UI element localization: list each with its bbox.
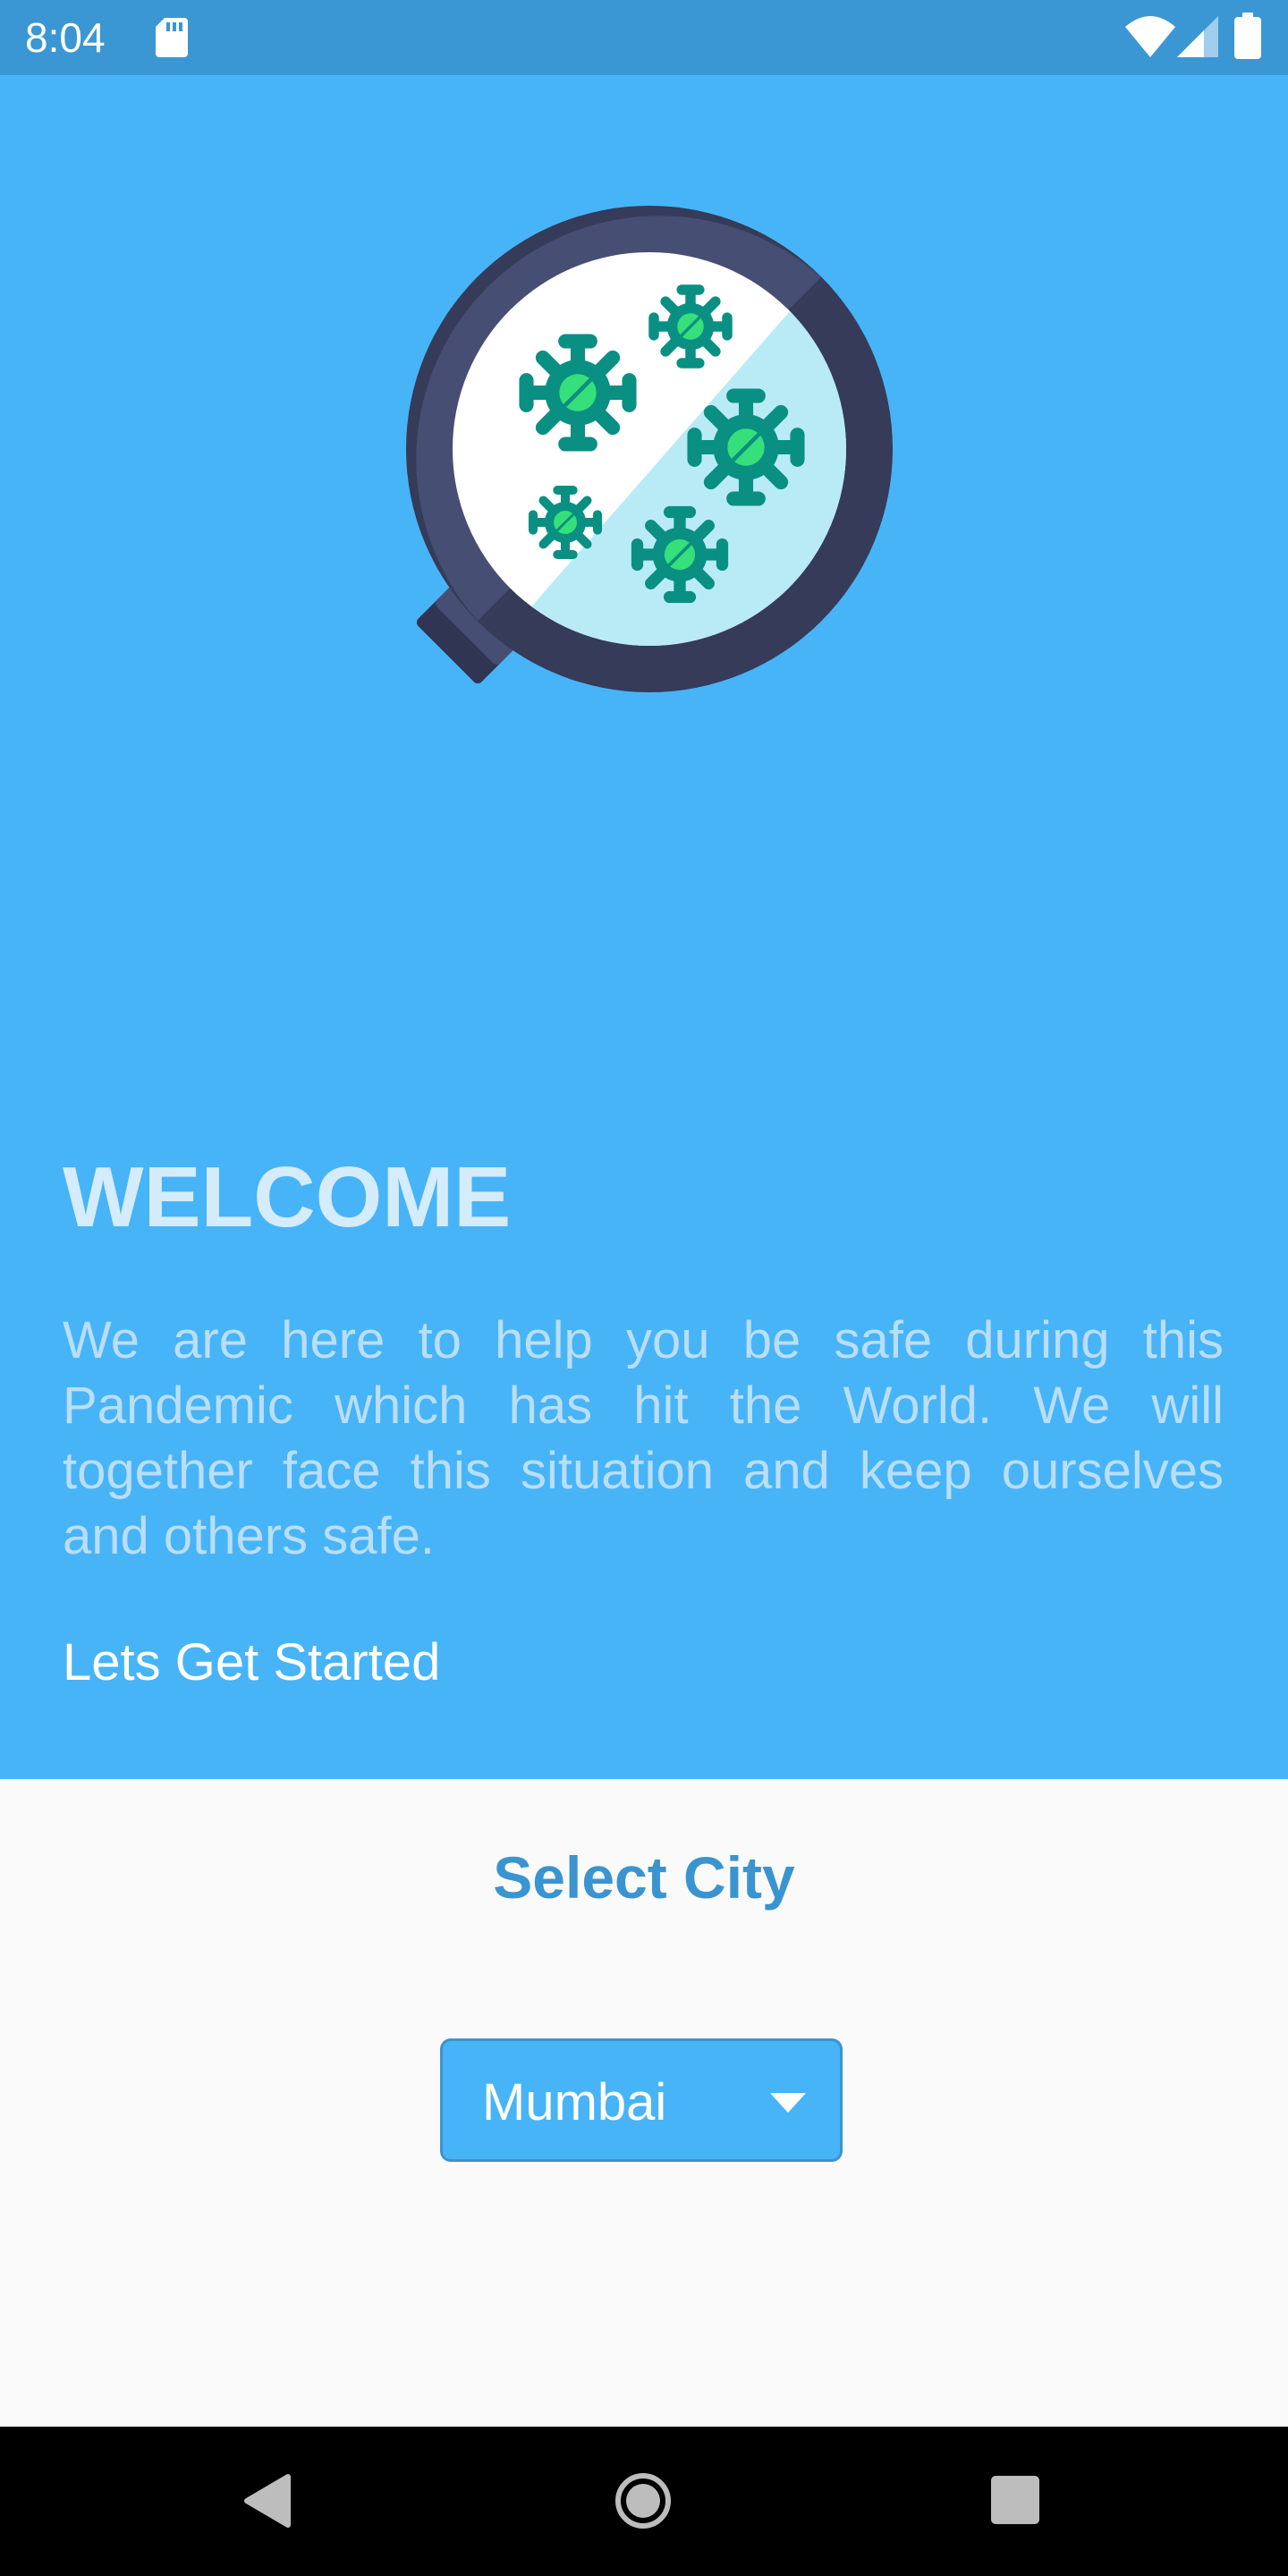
status-time: 8:04	[25, 14, 106, 61]
back-icon[interactable]	[242, 2473, 292, 2529]
signal-icon	[1177, 16, 1218, 57]
virus-magnifier-icon	[406, 206, 893, 692]
sd-card-icon	[156, 18, 188, 57]
system-nav-bar	[0, 2427, 1288, 2576]
dropdown-arrow-icon	[770, 2093, 806, 2113]
welcome-title: WELCOME	[63, 1149, 512, 1245]
wifi-icon	[1125, 16, 1175, 57]
battery-icon	[1234, 13, 1261, 59]
city-dropdown[interactable]: Mumbai	[440, 2038, 843, 2162]
get-started-label: Lets Get Started	[63, 1633, 441, 1691]
status-bar: 8:04	[0, 0, 1288, 75]
recents-icon[interactable]	[991, 2476, 1039, 2524]
select-city-title: Select City	[493, 1844, 795, 1911]
welcome-message: We are here to help you be safe during t…	[63, 1311, 1224, 1565]
welcome-hero: WELCOME We are here to help you be safe …	[0, 75, 1288, 1779]
home-icon[interactable]	[614, 2471, 673, 2530]
city-dropdown-value: Mumbai	[482, 2073, 667, 2131]
city-select-section: Select City Mumbai	[0, 1779, 1288, 2427]
